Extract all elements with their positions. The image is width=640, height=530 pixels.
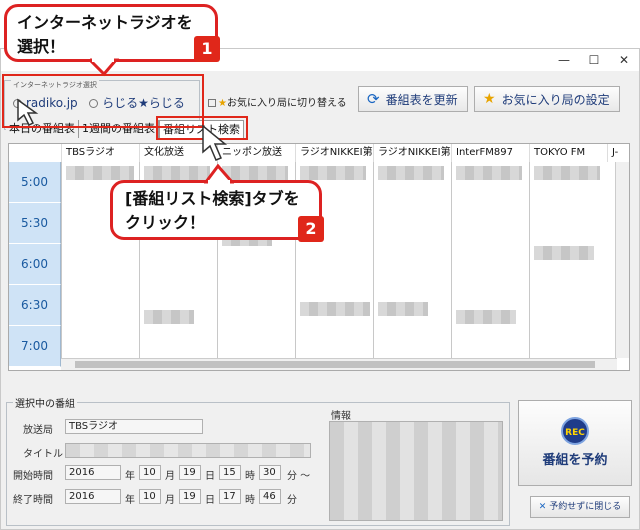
start-year: 2016: [65, 465, 121, 480]
maximize-button[interactable]: ☐: [579, 51, 609, 69]
day-unit: 日: [205, 471, 215, 482]
rec-icon: REC: [561, 417, 589, 445]
hour-unit: 時: [245, 495, 255, 506]
info-label: 情報: [331, 411, 351, 422]
station-header: TBSラジオ 文化放送 ニッポン放送 ラジオNIKKEI第1 ラジオNIKKEI…: [61, 144, 627, 162]
callout2-line2: クリック！: [125, 213, 206, 232]
callout2-line1: [番組リスト検索]タブを: [125, 189, 300, 208]
start-month: 10: [139, 465, 161, 480]
end-min: 46: [259, 489, 281, 504]
program-cell[interactable]: [144, 166, 210, 180]
program-cell[interactable]: [66, 166, 134, 180]
month-unit: 月: [165, 471, 175, 482]
favorite-settings-button[interactable]: ★ お気に入り局の設定: [474, 86, 620, 112]
callout-step-1: インターネットラジオを 選択！: [4, 4, 218, 62]
cursor-icon: [202, 124, 228, 161]
close-window-button[interactable]: ✕: [609, 51, 639, 69]
time-column: 5:00 5:30 6:00 6:30 7:00: [9, 162, 61, 370]
close-without-reserve-button[interactable]: ✕ 予約せずに閉じる: [530, 496, 630, 518]
time-slot: 6:30: [9, 285, 61, 326]
update-button[interactable]: ⟳ 番組表を更新: [358, 86, 468, 112]
time-slot: 5:30: [9, 203, 61, 244]
start-hour: 15: [219, 465, 241, 480]
program-cell[interactable]: [456, 166, 522, 180]
time-slot: 6:00: [9, 244, 61, 285]
year-unit: 年: [125, 471, 135, 482]
station-col: TOKYO FM: [529, 144, 607, 162]
min-unit-tilde: 分 〜: [287, 471, 311, 482]
x-icon: ✕: [538, 502, 547, 512]
program-column[interactable]: [373, 162, 451, 368]
program-column[interactable]: [451, 162, 529, 368]
selected-program-group: 選択中の番組 放送局 TBSラジオ タイトル 開始時間 2016 年 10 月 …: [6, 395, 510, 526]
station-col: TBSラジオ: [61, 144, 139, 162]
favorite-settings-label: お気に入り局の設定: [501, 92, 610, 107]
station-col: ラジオNIKKEI第2: [373, 144, 451, 162]
star-icon: ★: [483, 91, 496, 107]
year-unit: 年: [125, 495, 135, 506]
day-unit: 日: [205, 495, 215, 506]
month-unit: 月: [165, 495, 175, 506]
program-cell[interactable]: [456, 310, 516, 324]
end-label: 終了時間: [13, 495, 53, 506]
end-day: 19: [179, 489, 201, 504]
callout1-line1: インターネットラジオを: [17, 13, 193, 32]
end-year: 2016: [65, 489, 121, 504]
favorite-toggle-label: お気に入り局に切り替える: [226, 98, 347, 109]
station-col: InterFM897: [451, 144, 529, 162]
close-without-reserve-label: 予約せずに閉じる: [549, 502, 622, 512]
program-cell[interactable]: [378, 166, 444, 180]
station-label: 放送局: [23, 425, 53, 436]
checkbox-icon[interactable]: [208, 99, 216, 107]
horizontal-scrollbar[interactable]: [61, 358, 617, 370]
hour-unit: 時: [245, 471, 255, 482]
title-field: [65, 443, 311, 458]
program-cell[interactable]: [378, 302, 428, 316]
star-icon: ★: [218, 98, 227, 109]
time-slot: 5:00: [9, 162, 61, 203]
update-label: 番組表を更新: [385, 92, 458, 107]
program-cell[interactable]: [144, 310, 194, 324]
end-month: 10: [139, 489, 161, 504]
callout-step-2: [番組リスト検索]タブを クリック！: [110, 180, 322, 240]
start-label: 開始時間: [13, 471, 53, 482]
station-col: ラジオNIKKEI第1: [295, 144, 373, 162]
scroll-thumb[interactable]: [75, 361, 595, 368]
station-col: J-: [607, 144, 627, 162]
selected-legend: 選択中の番組: [13, 395, 77, 410]
station-field: TBSラジオ: [65, 419, 203, 434]
program-cell[interactable]: [300, 302, 370, 316]
favorite-toggle[interactable]: ★お気に入り局に切り替える: [208, 94, 347, 109]
refresh-icon: ⟳: [367, 90, 380, 108]
step-1-badge: 1: [194, 36, 220, 62]
program-cell[interactable]: [300, 166, 366, 180]
min-unit: 分: [287, 495, 297, 506]
reserve-button[interactable]: REC 番組を予約: [518, 400, 632, 486]
start-day: 19: [179, 465, 201, 480]
reserve-label: 番組を予約: [542, 453, 608, 468]
callout2-pointer: [204, 164, 234, 184]
time-slot: 7:00: [9, 326, 61, 367]
step-2-badge: 2: [298, 216, 324, 242]
vertical-scrollbar[interactable]: [615, 162, 629, 358]
info-field: [329, 421, 503, 521]
schedule-grid: TBSラジオ 文化放送 ニッポン放送 ラジオNIKKEI第1 ラジオNIKKEI…: [8, 143, 630, 371]
start-min: 30: [259, 465, 281, 480]
minimize-button[interactable]: —: [549, 51, 579, 69]
cursor-icon: [17, 98, 39, 127]
title-label: タイトル: [23, 449, 63, 460]
program-column[interactable]: [529, 162, 607, 368]
end-hour: 17: [219, 489, 241, 504]
program-cell[interactable]: [534, 246, 594, 260]
program-cell[interactable]: [534, 166, 600, 180]
callout1-line2: 選択！: [17, 37, 66, 56]
